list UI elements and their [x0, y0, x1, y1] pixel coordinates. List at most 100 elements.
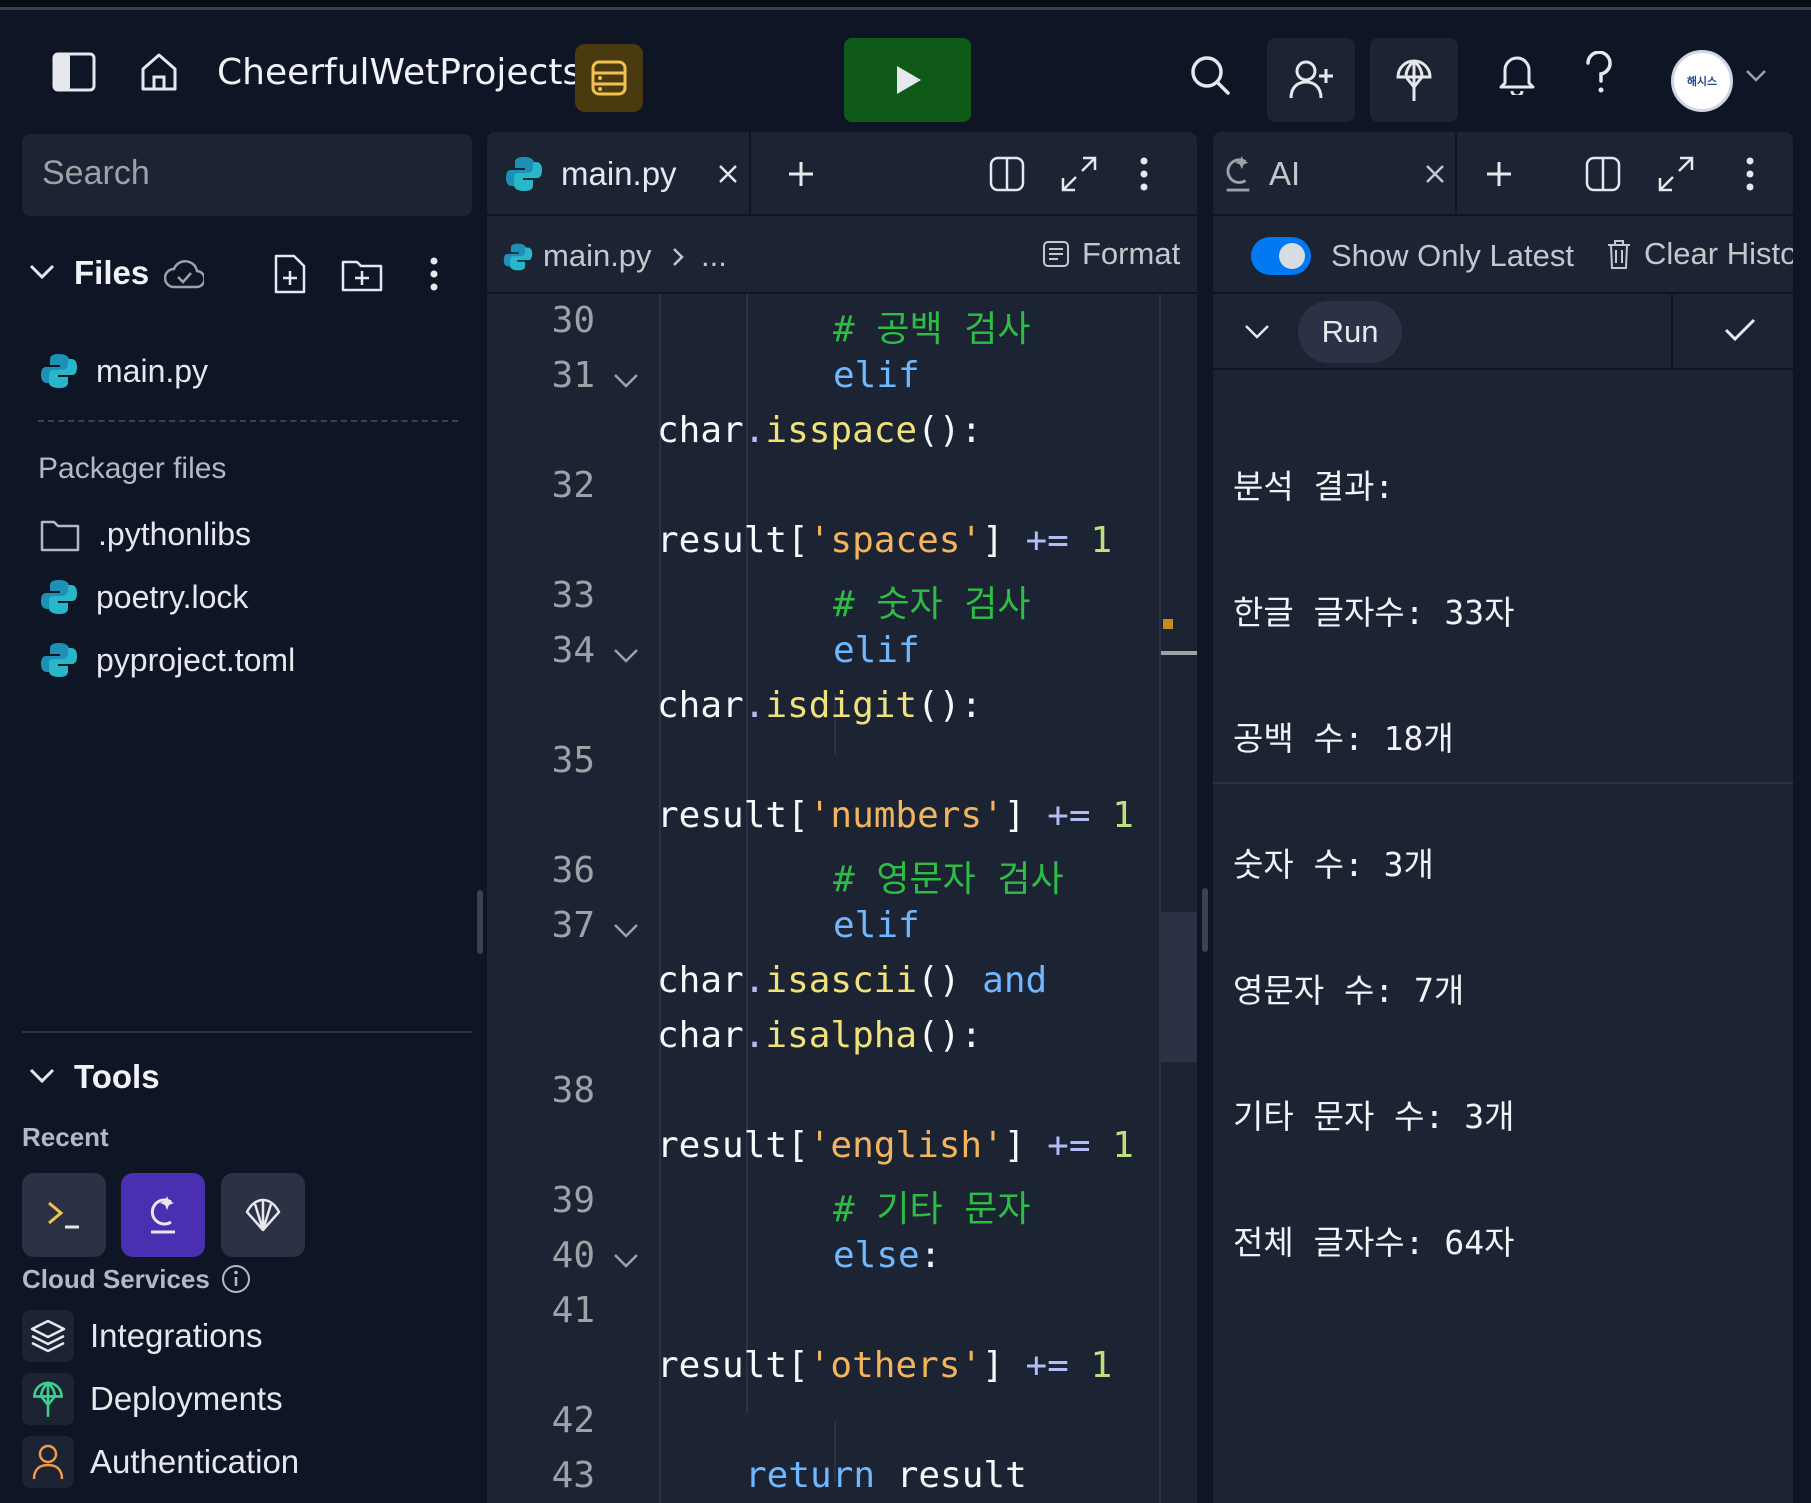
shell-tool-button[interactable]	[22, 1173, 106, 1257]
line-number: 37	[551, 905, 595, 946]
code-line: # 영문자 검사	[833, 850, 1064, 902]
line-number: 43	[551, 1455, 595, 1496]
tab-label: main.py	[561, 155, 677, 192]
output-line: 공백 수: 18개	[1233, 719, 1454, 758]
service-authentication[interactable]: Authentication	[22, 1436, 299, 1488]
cloud-check-icon	[164, 254, 204, 294]
chevron-down-icon[interactable]	[26, 1060, 58, 1092]
user-avatar[interactable]: 해시스	[1671, 50, 1733, 112]
layers-icon	[22, 1310, 74, 1362]
tools-section-title[interactable]: Tools	[74, 1058, 160, 1096]
new-file-icon[interactable]	[268, 252, 310, 296]
indent-guide	[746, 294, 748, 1414]
ai-tool-button[interactable]	[121, 1173, 205, 1257]
folder-item-pythonlibs[interactable]: .pythonlibs	[40, 516, 251, 553]
breadcrumb-rest[interactable]: ...	[701, 238, 727, 274]
tab-main-py[interactable]: main.py	[487, 132, 751, 216]
project-info-icon[interactable]	[575, 44, 643, 112]
new-tab-plus-icon[interactable]	[1479, 154, 1519, 194]
pane-menu-icon[interactable]	[1134, 154, 1154, 194]
notifications-bell-icon[interactable]	[1492, 48, 1542, 98]
run-button[interactable]	[844, 38, 971, 122]
ai-tab-bar: AI	[1213, 132, 1793, 216]
run-status-pill[interactable]: Run	[1298, 301, 1402, 363]
search-input[interactable]: Search	[22, 134, 472, 216]
maximize-icon[interactable]	[1059, 154, 1099, 194]
output-line: 전체 글자수: 64자	[1233, 1223, 1515, 1262]
line-number: 42	[551, 1400, 595, 1441]
top-header: CheerfulWetProjects 해시스	[0, 10, 1811, 130]
run-label: Run	[1321, 314, 1379, 349]
breadcrumb-file[interactable]: main.py	[543, 238, 652, 274]
files-menu-icon[interactable]	[424, 254, 444, 294]
close-icon[interactable]	[717, 163, 739, 185]
file-item-poetry-lock[interactable]: poetry.lock	[40, 578, 248, 616]
home-icon[interactable]	[135, 48, 183, 96]
fold-chevron-icon[interactable]	[612, 372, 640, 390]
new-tab-plus-icon[interactable]	[781, 154, 821, 194]
fold-chevron-icon[interactable]	[612, 1252, 640, 1270]
fold-chevron-icon[interactable]	[612, 922, 640, 940]
show-only-latest-toggle[interactable]	[1251, 237, 1311, 275]
fold-chevron-icon[interactable]	[612, 647, 640, 665]
python-file-icon	[506, 157, 542, 191]
chevron-right-icon	[673, 248, 684, 266]
warning-marker	[1163, 619, 1173, 629]
code-comment: # 공백 검사	[833, 309, 1031, 350]
search-icon[interactable]	[1185, 50, 1235, 100]
new-folder-icon[interactable]	[340, 254, 384, 294]
service-deployments[interactable]: Deployments	[22, 1373, 283, 1425]
code-line: char.isdigit():	[657, 685, 983, 726]
project-name[interactable]: CheerfulWetProjects	[217, 52, 581, 93]
deploy-button[interactable]	[1370, 38, 1458, 122]
chevron-down-icon[interactable]	[1243, 323, 1271, 341]
files-section-title[interactable]: Files	[74, 254, 149, 292]
invite-user-button[interactable]	[1267, 38, 1355, 122]
tab-ai[interactable]: AI	[1213, 132, 1457, 216]
help-icon[interactable]	[1576, 48, 1622, 98]
indent-guide	[659, 294, 661, 1503]
file-item-pyproject-toml[interactable]: pyproject.toml	[40, 641, 295, 679]
clear-history-button[interactable]: Clear Histo	[1606, 236, 1793, 272]
line-number: 40	[551, 1235, 595, 1276]
line-number: 38	[551, 1070, 595, 1111]
line-number: 33	[551, 575, 595, 616]
editor-scrollbar[interactable]	[1159, 294, 1197, 1503]
deploy-icon	[22, 1373, 74, 1425]
deployments-tool-button[interactable]	[221, 1173, 305, 1257]
show-only-latest-label: Show Only Latest	[1331, 238, 1574, 273]
code-line: else:	[833, 1235, 942, 1276]
code-line: char.isalpha():	[657, 1015, 983, 1056]
line-number: 39	[551, 1180, 595, 1221]
format-button[interactable]: Format	[1042, 236, 1180, 272]
tab-label: AI	[1269, 155, 1301, 192]
scroll-thumb[interactable]	[1161, 912, 1197, 1062]
maximize-icon[interactable]	[1656, 154, 1696, 194]
code-area[interactable]: 30 # 공백 검사 31 elif char.isspace(): 32 re…	[487, 294, 1197, 1503]
python-file-icon	[41, 580, 77, 614]
toggle-sidebar-icon[interactable]	[50, 48, 98, 96]
chevron-down-icon[interactable]	[26, 256, 58, 288]
format-icon	[1043, 241, 1069, 267]
file-name: main.py	[96, 352, 209, 389]
close-icon[interactable]	[1424, 163, 1446, 185]
service-label: Authentication	[90, 1443, 300, 1480]
info-icon[interactable]	[221, 1264, 251, 1294]
line-number: 32	[551, 465, 595, 506]
service-label: Integrations	[90, 1317, 263, 1354]
output-divider	[1213, 782, 1793, 784]
ai-toolbar: Show Only Latest Clear Histo	[1213, 218, 1793, 294]
chevron-down-icon[interactable]	[1744, 66, 1768, 86]
file-item-main-py[interactable]: main.py	[40, 352, 208, 390]
play-icon	[896, 66, 921, 94]
service-integrations[interactable]: Integrations	[22, 1310, 262, 1362]
checkmark-icon	[1724, 318, 1756, 342]
split-pane-icon[interactable]	[1583, 154, 1623, 194]
ai-assistant-icon	[1226, 156, 1250, 192]
split-pane-icon[interactable]	[987, 154, 1027, 194]
pane-menu-icon[interactable]	[1740, 154, 1760, 194]
editor-resize-handle[interactable]	[1202, 888, 1208, 952]
sidebar-resize-handle[interactable]	[477, 890, 483, 954]
python-file-icon	[41, 354, 77, 388]
ai-assistant-icon	[150, 1196, 175, 1234]
